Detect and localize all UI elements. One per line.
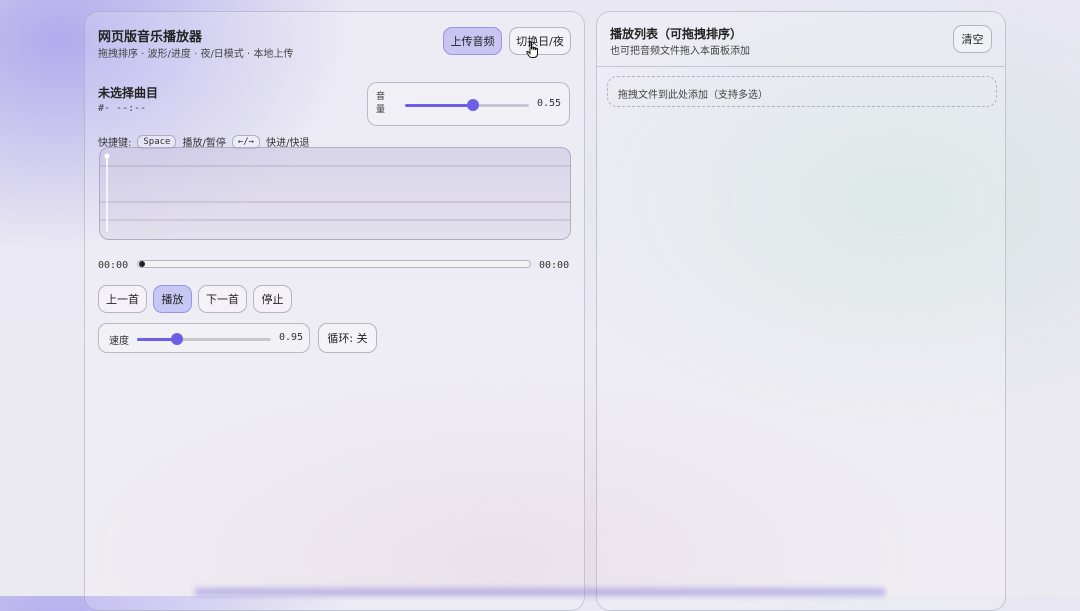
app-title: 网页版音乐播放器 <box>98 30 203 45</box>
loop-toggle-button[interactable]: 循环: 关 <box>318 323 377 353</box>
progress-thumb[interactable] <box>139 261 145 267</box>
prev-button[interactable]: 上一首 <box>98 285 147 313</box>
volume-slider-thumb[interactable] <box>467 99 480 111</box>
volume-control: 音量 0.55 <box>367 82 570 126</box>
player-panel: 网页版音乐播放器 拖拽排序 · 波形/进度 · 夜/日模式 · 本地上传 上传音… <box>84 11 585 611</box>
waveform-graphic <box>100 153 570 232</box>
clear-playlist-button[interactable]: 清空 <box>953 25 992 53</box>
track-meta: #- --:-- <box>98 103 147 114</box>
app-subtitle: 拖拽排序 · 波形/进度 · 夜/日模式 · 本地上传 <box>98 49 294 60</box>
speed-value: 0.95 <box>279 332 304 343</box>
playlist-subtitle: 也可把音频文件拖入本面板添加 <box>610 46 750 57</box>
playlist-title: 播放列表（可拖拽排序） <box>610 27 743 41</box>
upload-button[interactable]: 上传音频 <box>443 27 502 55</box>
volume-label: 音量 <box>376 92 386 115</box>
speed-slider[interactable] <box>137 333 271 345</box>
current-time: 00:00 <box>98 260 129 271</box>
playlist-panel: 播放列表（可拖拽排序） 也可把音频文件拖入本面板添加 清空 拖拽文件到此处添加（… <box>596 11 1006 611</box>
volume-slider-fill <box>405 104 474 107</box>
play-button[interactable]: 播放 <box>153 285 192 313</box>
progress-bar[interactable] <box>137 260 531 268</box>
bottom-glow <box>195 588 885 596</box>
track-title: 未选择曲目 <box>98 86 159 100</box>
total-time: 00:00 <box>539 260 570 271</box>
theme-toggle-button[interactable]: 切换日/夜 <box>509 27 571 55</box>
speed-slider-thumb[interactable] <box>171 333 184 345</box>
volume-slider[interactable] <box>405 99 529 111</box>
stop-button[interactable]: 停止 <box>253 285 292 313</box>
volume-value: 0.55 <box>537 98 562 109</box>
speed-control: 速度 0.95 <box>98 323 310 353</box>
speed-label: 速度 <box>109 336 129 347</box>
hand-pointer-cursor-icon <box>526 41 540 63</box>
playlist-divider <box>597 66 1005 67</box>
playlist-dropzone[interactable]: 拖拽文件到此处添加（支持多选） <box>607 76 997 107</box>
dropzone-text: 拖拽文件到此处添加（支持多选） <box>618 90 768 101</box>
next-button[interactable]: 下一首 <box>198 285 247 313</box>
waveform-canvas[interactable] <box>99 147 571 240</box>
